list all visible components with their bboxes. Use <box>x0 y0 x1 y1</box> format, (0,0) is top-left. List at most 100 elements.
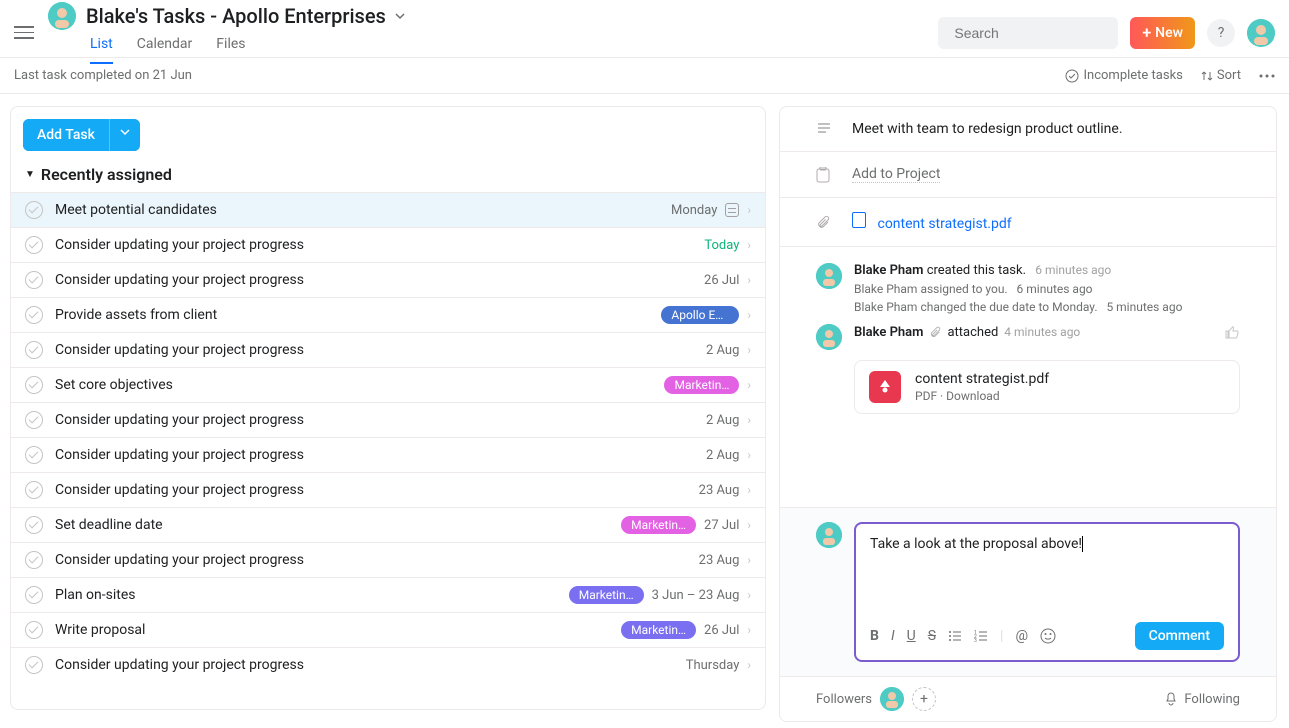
task-row[interactable]: Write proposalMarketin…26 Jul› <box>11 612 765 647</box>
chevron-right-icon: › <box>747 413 751 427</box>
ellipsis-icon <box>1259 74 1275 78</box>
comment-input[interactable]: Take a look at the proposal above! <box>870 536 1224 612</box>
follower-avatar[interactable] <box>880 687 904 711</box>
task-meta: Marketin…3 Jun – 23 Aug› <box>569 586 751 604</box>
complete-checkbox[interactable] <box>25 411 43 429</box>
tab-files[interactable]: Files <box>216 36 245 64</box>
task-row[interactable]: Provide assets from clientApollo En… › <box>11 297 765 332</box>
add-task-button[interactable]: Add Task <box>23 119 109 151</box>
sort-button[interactable]: Sort <box>1201 68 1241 83</box>
tab-list[interactable]: List <box>90 36 113 64</box>
menu-icon[interactable] <box>14 23 34 43</box>
section-title: Recently assigned <box>41 165 172 184</box>
task-row[interactable]: Meet potential candidatesMonday› <box>11 192 765 227</box>
task-row[interactable]: Set core objectivesMarketin…› <box>11 367 765 402</box>
project-pill[interactable]: Marketin… <box>664 376 739 394</box>
task-meta: Today› <box>704 238 751 253</box>
tab-calendar[interactable]: Calendar <box>137 36 193 64</box>
filter-incomplete[interactable]: Incomplete tasks <box>1065 68 1182 83</box>
plus-icon: + <box>1142 23 1151 42</box>
number-list-button[interactable]: 123 <box>974 629 988 643</box>
add-task-dropdown[interactable] <box>109 119 140 151</box>
attachment-download[interactable]: Download <box>946 389 999 403</box>
like-button[interactable] <box>1224 324 1240 340</box>
task-name: Set deadline date <box>55 517 621 533</box>
complete-checkbox[interactable] <box>25 446 43 464</box>
task-row[interactable]: Consider updating your project progress2… <box>11 332 765 367</box>
following-toggle[interactable]: Following <box>1164 692 1240 707</box>
new-label: New <box>1155 25 1183 41</box>
complete-checkbox[interactable] <box>25 656 43 674</box>
project-pill[interactable]: Apollo En… <box>661 306 739 324</box>
chevron-right-icon: › <box>747 518 751 532</box>
attachment-link[interactable]: content strategist.pdf <box>852 212 1012 232</box>
complete-checkbox[interactable] <box>25 341 43 359</box>
strike-button[interactable]: S <box>928 628 936 644</box>
mention-button[interactable]: @ <box>1015 628 1028 644</box>
task-row[interactable]: Set deadline dateMarketin…27 Jul› <box>11 507 765 542</box>
add-to-project-link[interactable]: Add to Project <box>852 166 940 183</box>
activity-time: 5 minutes ago <box>1106 300 1182 314</box>
search-box[interactable] <box>938 17 1118 49</box>
underline-button[interactable]: U <box>907 628 916 644</box>
new-button[interactable]: + New <box>1130 17 1195 49</box>
task-name: Consider updating your project progress <box>55 412 706 428</box>
complete-checkbox[interactable] <box>25 621 43 639</box>
user-avatar[interactable] <box>1247 19 1275 47</box>
complete-checkbox[interactable] <box>25 516 43 534</box>
task-row[interactable]: Consider updating your project progress2… <box>11 542 765 577</box>
chevron-right-icon: › <box>747 588 751 602</box>
add-to-project-row[interactable]: Add to Project <box>780 151 1276 197</box>
project-pill[interactable]: Marketin… <box>569 586 644 604</box>
project-pill[interactable]: Marketin… <box>621 621 696 639</box>
project-pill[interactable]: Marketin… <box>621 516 696 534</box>
task-meta: Apollo En… › <box>661 306 751 324</box>
chevron-down-icon[interactable] <box>394 10 406 22</box>
search-input[interactable] <box>954 25 1135 41</box>
complete-checkbox[interactable] <box>25 481 43 499</box>
more-menu[interactable] <box>1259 74 1275 78</box>
activity-feed: Blake Pham created this task. 6 minutes … <box>780 246 1276 420</box>
emoji-button[interactable] <box>1040 628 1056 644</box>
task-row[interactable]: Plan on-sitesMarketin…3 Jun – 23 Aug› <box>11 577 765 612</box>
attachment-card[interactable]: content strategist.pdf PDF · Download <box>854 360 1240 414</box>
title-row[interactable]: Blake's Tasks - Apollo Enterprises <box>48 2 938 30</box>
add-follower-button[interactable]: + <box>912 687 936 711</box>
section-header[interactable]: ▼ Recently assigned <box>11 157 765 192</box>
task-meta: 26 Jul› <box>704 273 751 288</box>
avatar <box>816 263 842 289</box>
task-name: Consider updating your project progress <box>55 237 704 253</box>
task-row[interactable]: Consider updating your project progress2… <box>11 472 765 507</box>
task-row[interactable]: Consider updating your project progress2… <box>11 262 765 297</box>
last-completed-text: Last task completed on 21 Jun <box>14 68 192 83</box>
task-row[interactable]: Consider updating your project progressT… <box>11 647 765 682</box>
complete-checkbox[interactable] <box>25 586 43 604</box>
comment-submit-button[interactable]: Comment <box>1135 622 1224 650</box>
comment-box[interactable]: Take a look at the proposal above! B I U… <box>854 522 1240 662</box>
complete-checkbox[interactable] <box>25 376 43 394</box>
bold-button[interactable]: B <box>870 628 879 644</box>
complete-checkbox[interactable] <box>25 551 43 569</box>
italic-button[interactable]: I <box>891 628 895 644</box>
activity-time: 6 minutes ago <box>1035 263 1111 277</box>
complete-checkbox[interactable] <box>25 306 43 324</box>
task-row[interactable]: Consider updating your project progress2… <box>11 402 765 437</box>
description-text[interactable]: Meet with team to redesign product outli… <box>852 121 1123 137</box>
filter-label: Incomplete tasks <box>1083 68 1182 83</box>
task-date: 2 Aug <box>706 448 739 463</box>
task-row[interactable]: Consider updating your project progress2… <box>11 437 765 472</box>
task-name: Provide assets from client <box>55 307 661 323</box>
complete-checkbox[interactable] <box>25 201 43 219</box>
help-button[interactable]: ? <box>1207 19 1235 47</box>
bullet-list-button[interactable] <box>948 629 962 643</box>
task-meta: 23 Aug› <box>699 483 751 498</box>
activity-action: created this task. <box>927 263 1026 278</box>
followers-bar: Followers + Following <box>780 676 1276 721</box>
activity-time: 4 minutes ago <box>1004 325 1080 339</box>
task-date: 2 Aug <box>706 413 739 428</box>
task-list: Meet potential candidatesMonday›Consider… <box>11 192 765 709</box>
complete-checkbox[interactable] <box>25 271 43 289</box>
complete-checkbox[interactable] <box>25 236 43 254</box>
task-row[interactable]: Consider updating your project progressT… <box>11 227 765 262</box>
chevron-right-icon: › <box>747 308 751 322</box>
